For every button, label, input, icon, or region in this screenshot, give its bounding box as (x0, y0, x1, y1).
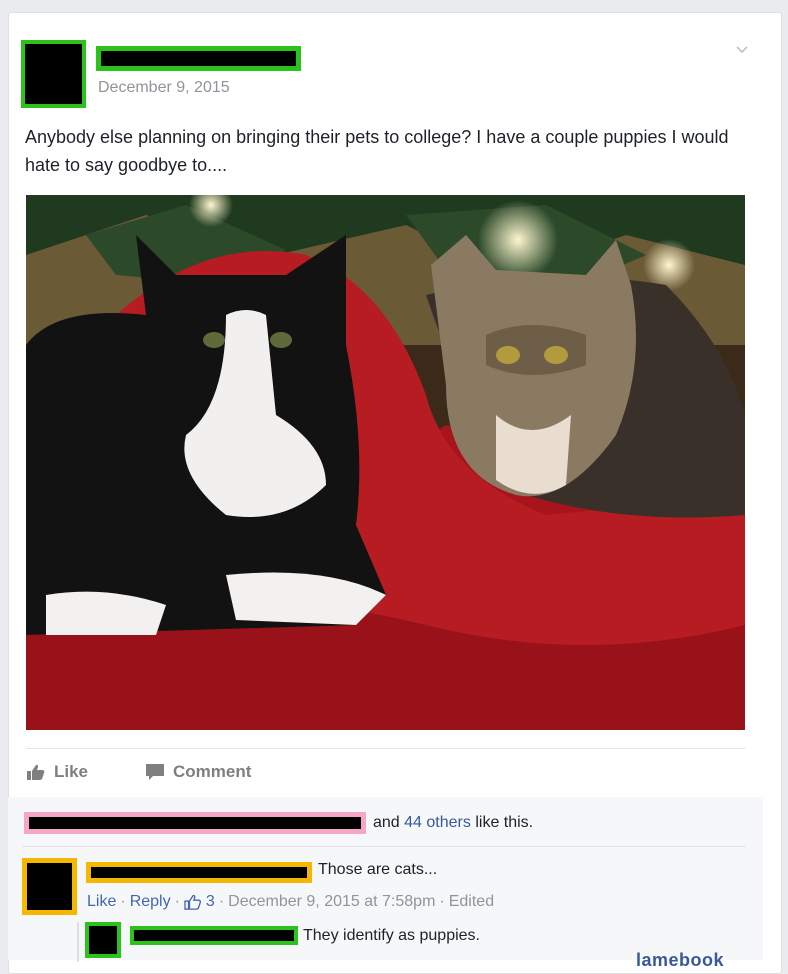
thumbs-up-outline-icon (184, 894, 201, 910)
reply-text: They identify as puppies. (303, 927, 480, 944)
comment-action[interactable]: Comment (145, 762, 251, 782)
author-avatar-redacted[interactable] (21, 40, 86, 108)
separator: · (218, 893, 225, 910)
comment-edited[interactable]: Edited (449, 893, 494, 911)
separator: · (439, 893, 445, 910)
like-label: Like (54, 762, 89, 781)
thumbs-up-icon (27, 764, 45, 780)
watermark: lamebook (636, 950, 725, 970)
likes-prefix: and (373, 814, 400, 831)
post-photo[interactable] (26, 195, 745, 730)
commenter-avatar-redacted[interactable] (22, 858, 77, 915)
comment-text: Those are cats... (318, 861, 438, 878)
likes-count-link[interactable]: 44 others (404, 814, 471, 831)
chevron-down-icon[interactable] (736, 44, 748, 56)
replier-avatar-redacted[interactable] (85, 922, 121, 958)
like-action[interactable]: Like (26, 762, 88, 782)
photo-two-cats-icon (26, 195, 745, 730)
separator: · (174, 893, 180, 910)
comment-like-link[interactable]: Like (87, 893, 116, 911)
comment-meta: Like · Reply · 3 · December 9, 2015 at 7… (87, 893, 494, 911)
comment-reaction-count[interactable]: 3 (206, 893, 215, 911)
comment-bubble-icon (146, 764, 164, 780)
separator: · (120, 893, 126, 910)
author-name-redacted[interactable] (96, 46, 301, 71)
likes-summary: and 44 others like this. (373, 814, 533, 832)
replier-name-redacted[interactable] (130, 926, 298, 945)
post-date[interactable]: December 9, 2015 (98, 79, 230, 97)
divider (26, 748, 745, 749)
commenter-name-redacted[interactable] (86, 862, 312, 883)
divider (22, 846, 746, 847)
post-text: Anybody else planning on bringing their … (25, 127, 729, 175)
reply-thread-line (77, 922, 79, 962)
comment-label: Comment (173, 762, 252, 781)
likes-suffix: like this. (475, 814, 534, 831)
comment-timestamp[interactable]: December 9, 2015 at 7:58pm (228, 893, 435, 911)
comment-reply-link[interactable]: Reply (130, 893, 171, 911)
likers-names-redacted[interactable] (24, 812, 366, 834)
